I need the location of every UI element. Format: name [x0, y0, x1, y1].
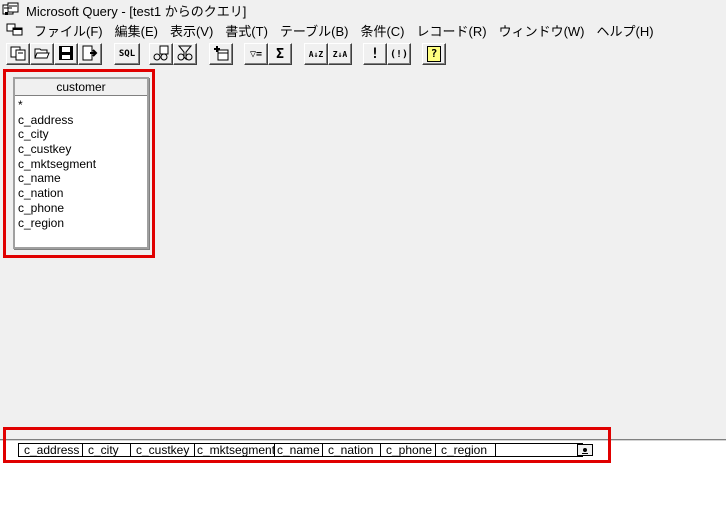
- auto-query-button[interactable]: (!): [387, 43, 411, 65]
- save-icon: [58, 45, 74, 64]
- new-query-button[interactable]: [6, 43, 30, 65]
- sort-descending-label: Z↓A: [332, 49, 348, 59]
- mdi-window-icon[interactable]: [6, 23, 24, 37]
- field-c-name[interactable]: c_name: [18, 171, 147, 186]
- sort-ascending-button[interactable]: A↓Z: [304, 43, 328, 65]
- ms-query-app-icon[interactable]: [2, 2, 20, 18]
- field-c-address[interactable]: c_address: [18, 113, 147, 128]
- toolbar: SQL ▽= Σ A↓Z Z↓A ! (!) ?: [0, 41, 726, 67]
- menu-file[interactable]: ファイル(F): [28, 21, 109, 40]
- show-tables-icon: [153, 45, 169, 64]
- field-c-region[interactable]: c_region: [18, 216, 147, 231]
- window-title: Microsoft Query - [test1 からのクエリ]: [26, 3, 247, 19]
- sum-label: Σ: [276, 46, 284, 62]
- column-header[interactable]: c_address: [19, 444, 83, 456]
- column-header[interactable]: c_mktsegment: [195, 444, 275, 456]
- column-header[interactable]: c_phone: [381, 444, 436, 456]
- show-criteria-icon: [177, 45, 193, 64]
- sql-label: SQL: [118, 49, 136, 59]
- field-c-mktsegment[interactable]: c_mktsegment: [18, 157, 147, 172]
- column-dropdown[interactable]: [577, 444, 593, 456]
- menu-table[interactable]: テーブル(B): [274, 21, 355, 40]
- customer-table-window[interactable]: customer * c_address c_city c_custkey c_…: [13, 77, 149, 249]
- field-c-custkey[interactable]: c_custkey: [18, 142, 147, 157]
- menu-window[interactable]: ウィンドウ(W): [493, 21, 591, 40]
- title-bar: Microsoft Query - [test1 からのクエリ]: [0, 0, 726, 20]
- menu-view[interactable]: 表示(V): [164, 21, 219, 40]
- sort-descending-button[interactable]: Z↓A: [328, 43, 352, 65]
- auto-query-label: (!): [389, 48, 409, 60]
- return-data-button[interactable]: [78, 43, 102, 65]
- sql-button[interactable]: SQL: [114, 43, 140, 65]
- column-header[interactable]: c_nation: [323, 444, 381, 456]
- criteria-equals-button[interactable]: ▽=: [244, 43, 268, 65]
- help-label: ?: [430, 47, 438, 60]
- field-list[interactable]: * c_address c_city c_custkey c_mktsegmen…: [15, 96, 147, 230]
- help-button[interactable]: ?: [422, 43, 446, 65]
- criteria-equals-label: ▽=: [249, 48, 263, 60]
- field-all[interactable]: *: [18, 98, 147, 113]
- grid-header: c_address c_city c_custkey c_mktsegment …: [18, 443, 583, 457]
- field-c-phone[interactable]: c_phone: [18, 201, 147, 216]
- show-criteria-button[interactable]: [173, 43, 197, 65]
- open-folder-icon: [34, 45, 50, 64]
- column-header[interactable]: c_name: [275, 444, 323, 456]
- menu-criteria[interactable]: 条件(C): [354, 21, 410, 40]
- column-header[interactable]: c_city: [83, 444, 131, 456]
- table-title[interactable]: customer: [15, 79, 147, 96]
- column-header[interactable]: c_region: [436, 444, 496, 456]
- column-header[interactable]: c_custkey: [131, 444, 195, 456]
- add-tables-icon: [213, 45, 229, 64]
- menu-edit[interactable]: 編集(E): [109, 21, 164, 40]
- query-now-label: !: [370, 46, 380, 62]
- empty-column-header[interactable]: [496, 444, 582, 456]
- field-c-nation[interactable]: c_nation: [18, 186, 147, 201]
- sort-ascending-label: A↓Z: [308, 49, 324, 59]
- query-now-button[interactable]: !: [363, 43, 387, 65]
- field-c-city[interactable]: c_city: [18, 127, 147, 142]
- show-tables-button[interactable]: [149, 43, 173, 65]
- sum-button[interactable]: Σ: [268, 43, 292, 65]
- menu-bar: ファイル(F) 編集(E) 表示(V) 書式(T) テーブル(B) 条件(C) …: [0, 20, 726, 40]
- dropdown-arrow-icon: [582, 448, 588, 454]
- return-data-icon: [82, 45, 98, 64]
- data-grid-pane[interactable]: c_address c_city c_custkey c_mktsegment …: [0, 442, 726, 521]
- save-button[interactable]: [54, 43, 78, 65]
- add-tables-button[interactable]: [209, 43, 233, 65]
- menu-format[interactable]: 書式(T): [219, 21, 274, 40]
- menu-records[interactable]: レコード(R): [411, 21, 493, 40]
- open-query-button[interactable]: [30, 43, 54, 65]
- new-query-icon: [10, 45, 26, 64]
- help-icon: ?: [427, 46, 441, 62]
- menu-help[interactable]: ヘルプ(H): [591, 21, 660, 40]
